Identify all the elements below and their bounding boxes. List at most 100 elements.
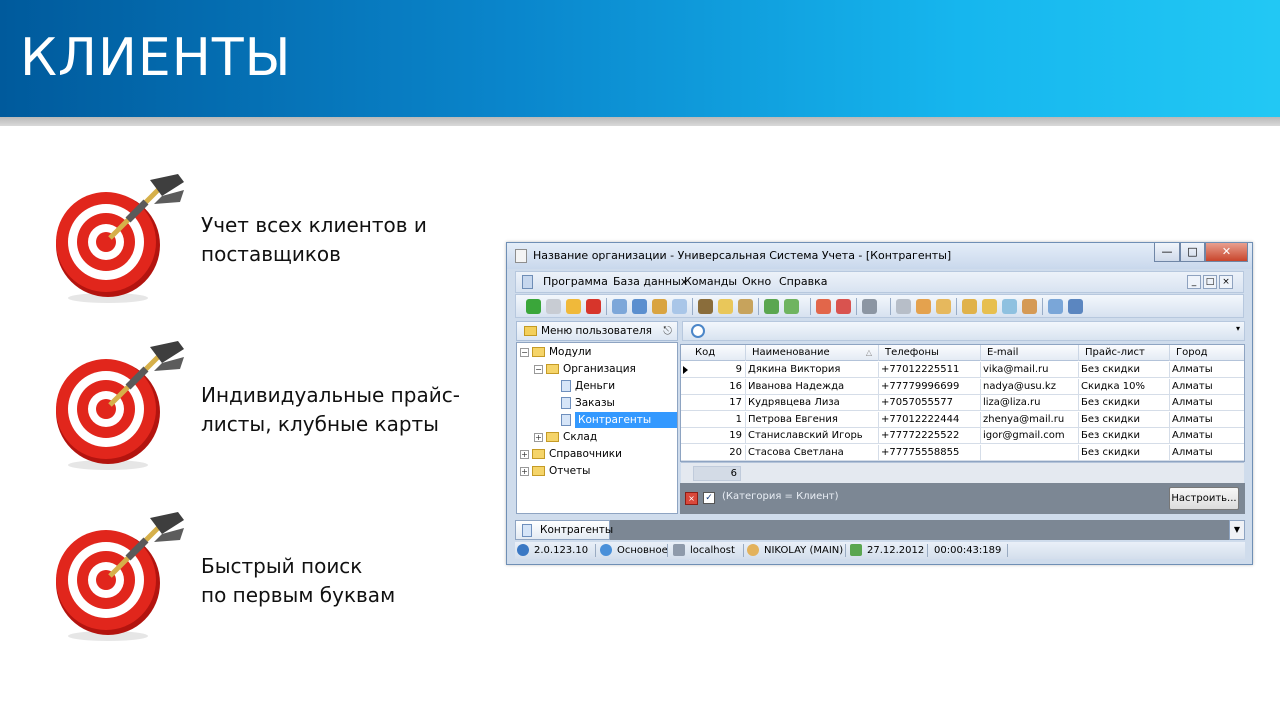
lock-icon[interactable]	[962, 299, 977, 314]
column-header-code[interactable]: Код	[689, 345, 746, 361]
cell-email[interactable]: liza@liza.ru	[981, 395, 1079, 411]
table-row[interactable]: 19 Станиславский Игорь +77772225522 igor@gm…	[681, 428, 1244, 444]
cell-city[interactable]: Алматы	[1170, 395, 1244, 411]
minimize-button[interactable]: —	[1154, 243, 1180, 262]
cell-code[interactable]: 1	[689, 411, 746, 428]
table-row[interactable]: 9 Дякина Виктория +77012225511 vika@mail.ru…	[681, 362, 1244, 378]
expand-icon[interactable]: +	[520, 466, 529, 476]
notes-icon[interactable]	[936, 299, 951, 314]
pin-icon[interactable]: ⎋	[663, 324, 672, 338]
collapse-icon[interactable]: −	[534, 364, 543, 374]
cell-name[interactable]: Иванова Надежда	[746, 378, 879, 395]
configure-filter-button[interactable]: Настроить...	[1169, 487, 1239, 510]
edit-icon[interactable]	[566, 299, 581, 314]
cell-code[interactable]: 16	[689, 378, 746, 395]
comment-icon[interactable]	[672, 299, 687, 314]
table-row[interactable]: 16 Иванова Надежда +77779996699 nadya@usu.k…	[681, 378, 1244, 395]
column-header-email[interactable]: E-mail	[981, 345, 1079, 361]
clock-icon[interactable]	[691, 324, 705, 338]
table-row[interactable]: 20 Стасова Светлана +77775558855 Без скидки…	[681, 444, 1244, 461]
cell-email[interactable]: vika@mail.ru	[981, 362, 1079, 378]
cell-pricelist[interactable]: Без скидки	[1079, 395, 1170, 411]
cell-pricelist[interactable]: Без скидки	[1079, 444, 1170, 461]
book-icon[interactable]	[1048, 299, 1063, 314]
filter-icon[interactable]	[632, 299, 647, 314]
cell-city[interactable]: Алматы	[1170, 445, 1244, 461]
add-icon[interactable]	[526, 299, 541, 314]
cell-phone[interactable]: +77775558855	[879, 444, 981, 461]
expand-icon[interactable]: +	[520, 449, 529, 459]
info-icon[interactable]	[1068, 299, 1083, 314]
export-icon[interactable]	[652, 299, 667, 314]
cell-code[interactable]: 17	[689, 395, 746, 411]
tree-item-warehouse[interactable]: + Склад	[534, 429, 597, 445]
close-button[interactable]: ✕	[1205, 243, 1248, 262]
import-icon[interactable]	[784, 299, 799, 314]
excel-icon[interactable]	[764, 299, 779, 314]
cell-pricelist[interactable]: Без скидки	[1079, 362, 1170, 378]
cell-name[interactable]: Дякина Виктория	[746, 362, 879, 378]
cell-city[interactable]: Алматы	[1170, 362, 1244, 378]
mdi-restore-button[interactable]: □	[1203, 275, 1217, 289]
sort-icon[interactable]	[718, 299, 733, 314]
cell-email[interactable]: igor@gmail.com	[981, 428, 1079, 444]
tree-item-reports[interactable]: + Отчеты	[520, 463, 590, 479]
settings-icon[interactable]	[1022, 299, 1037, 314]
tree-item-orders[interactable]: Заказы	[561, 395, 615, 411]
cell-name[interactable]: Стасова Светлана	[746, 444, 879, 461]
expand-icon[interactable]: +	[534, 432, 543, 442]
cell-name[interactable]: Петрова Евгения	[746, 411, 879, 428]
tree-item-counterparties[interactable]: Контрагенты	[561, 412, 677, 428]
cell-code[interactable]: 20	[689, 444, 746, 461]
tree-item-money[interactable]: Деньги	[561, 378, 615, 394]
collapse-icon[interactable]: −	[520, 347, 529, 357]
search-icon[interactable]	[612, 299, 627, 314]
cell-city[interactable]: Алматы	[1170, 412, 1244, 428]
tools-icon[interactable]	[896, 299, 911, 314]
menu-database[interactable]: База данных	[613, 275, 687, 288]
tab-counterparties[interactable]: Контрагенты	[515, 520, 613, 540]
menu-commands[interactable]: Команды	[684, 275, 737, 288]
clear-filter-icon[interactable]: ×	[685, 492, 698, 505]
wizard-icon[interactable]	[916, 299, 931, 314]
cell-city[interactable]: Алматы	[1170, 428, 1244, 444]
copy-icon[interactable]	[546, 299, 561, 314]
menu-help[interactable]: Справка	[779, 275, 827, 288]
cell-email[interactable]: zhenya@mail.ru	[981, 411, 1079, 428]
delete-icon[interactable]	[586, 299, 601, 314]
column-header-pricelist[interactable]: Прайс-лист	[1079, 345, 1170, 361]
cell-email[interactable]: nadya@usu.kz	[981, 378, 1079, 395]
cell-phone[interactable]: +77779996699	[879, 378, 981, 395]
table-row[interactable]: 17 Кудрявцева Лиза +7057055577 liza@liza.ru…	[681, 395, 1244, 411]
new-window-icon[interactable]	[816, 299, 831, 314]
cell-pricelist[interactable]: Без скидки	[1079, 428, 1170, 444]
menu-program[interactable]: Программа	[543, 275, 608, 288]
column-header-phones[interactable]: Телефоны	[879, 345, 981, 361]
tree-item-modules[interactable]: − Модули	[520, 344, 592, 360]
table-row[interactable]: 1 Петрова Евгения +77012222444 zhenya@mail.…	[681, 411, 1244, 428]
mdi-close-button[interactable]: ×	[1219, 275, 1233, 289]
cell-code[interactable]: 19	[689, 428, 746, 444]
sound-icon[interactable]	[862, 299, 877, 314]
tab-list-dropdown[interactable]: ▼	[1229, 520, 1245, 540]
column-header-name[interactable]: Наименование △	[746, 345, 879, 361]
tree-icon[interactable]	[738, 299, 753, 314]
cell-phone[interactable]: +77012225511	[879, 362, 981, 378]
tree-item-directories[interactable]: + Справочники	[520, 446, 622, 462]
key-icon[interactable]	[982, 299, 997, 314]
cell-code[interactable]: 9	[689, 362, 746, 378]
cell-city[interactable]: Алматы	[1170, 379, 1244, 395]
users-icon[interactable]	[1002, 299, 1017, 314]
filter-checkbox[interactable]: ✓	[703, 492, 715, 504]
column-header-city[interactable]: Город	[1170, 345, 1244, 361]
mdi-minimize-button[interactable]: _	[1187, 275, 1201, 289]
chevron-down-icon[interactable]: ▾	[1236, 324, 1240, 333]
cell-pricelist[interactable]: Без скидки	[1079, 411, 1170, 428]
cell-phone[interactable]: +77012222444	[879, 411, 981, 428]
tree-item-organization[interactable]: − Организация	[534, 361, 636, 377]
cell-pricelist[interactable]: Скидка 10%	[1079, 378, 1170, 395]
cell-name[interactable]: Кудрявцева Лиза	[746, 395, 879, 411]
group-icon[interactable]	[698, 299, 713, 314]
maximize-button[interactable]: □	[1180, 243, 1205, 262]
menu-window[interactable]: Окно	[742, 275, 771, 288]
